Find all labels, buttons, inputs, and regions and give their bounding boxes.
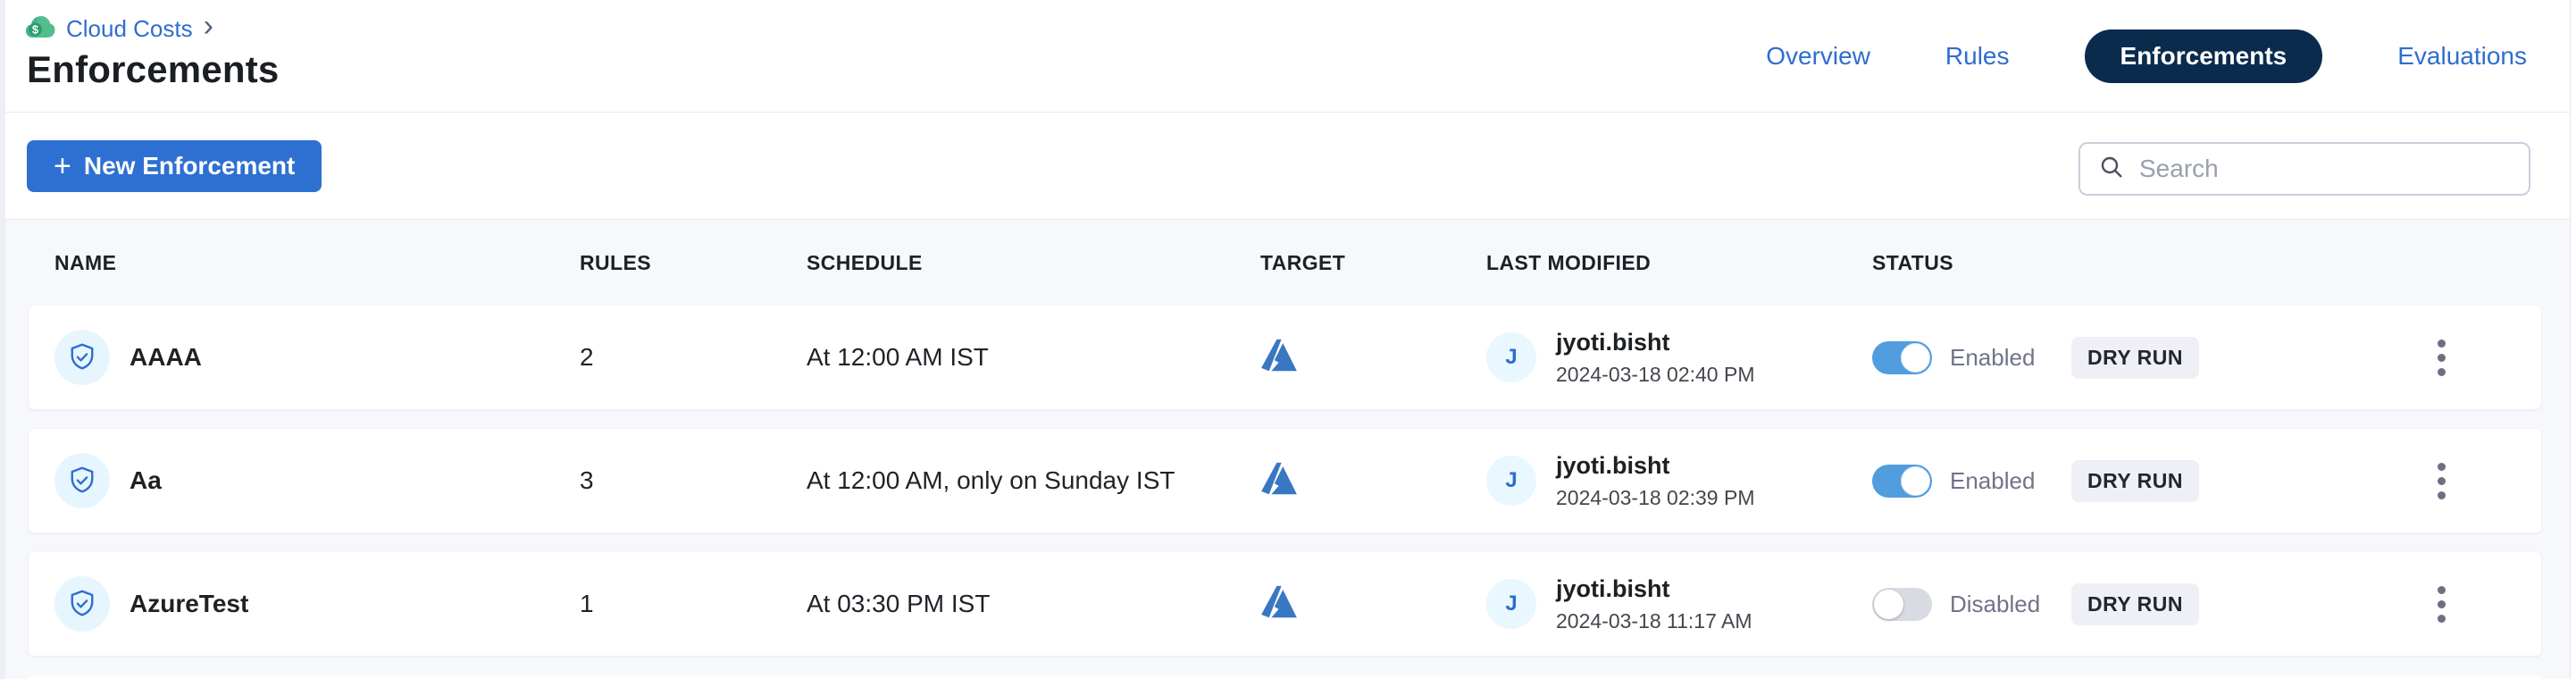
cloud-dollar-icon: $ [25, 15, 55, 43]
column-header-schedule: SCHEDULE [807, 251, 1260, 275]
new-enforcement-button[interactable]: + New Enforcement [27, 140, 322, 192]
enabled-toggle[interactable] [1872, 588, 1932, 621]
modified-by-user: jyoti.bisht [1556, 575, 1752, 603]
status-label: Enabled [1950, 344, 2050, 372]
enforcement-name: AAAA [130, 343, 202, 372]
tab-evaluations[interactable]: Evaluations [2397, 42, 2527, 71]
page-title: Enforcements [27, 48, 279, 91]
modified-by-user: jyoti.bisht [1556, 452, 1755, 480]
breadcrumb-link-cloud-costs[interactable]: Cloud Costs [66, 15, 193, 43]
column-header-last-modified: LAST MODIFIED [1486, 251, 1872, 275]
table-body: AAAA 2 At 12:00 AM IST J jyoti.bisht [5, 306, 2570, 656]
page-header: $ Cloud Costs › Enforcements Overview Ru… [5, 0, 2570, 113]
name-cell: AAAA [54, 330, 580, 385]
shield-check-icon [54, 576, 110, 632]
shield-check-icon [54, 453, 110, 508]
tab-bar: Overview Rules Enforcements Evaluations [1766, 0, 2527, 113]
rules-count: 1 [580, 590, 807, 618]
table-header-row: NAME RULES SCHEDULE TARGET LAST MODIFIED… [29, 220, 2541, 306]
azure-logo-icon [1260, 608, 1298, 623]
last-modified-cell: J jyoti.bisht 2024-03-18 02:40 PM [1486, 329, 1872, 387]
status-label: Disabled [1950, 591, 2050, 618]
status-cell: Enabled DRY RUN [1872, 460, 2341, 502]
status-label: Enabled [1950, 467, 2050, 495]
rules-count: 3 [580, 466, 807, 495]
shield-check-icon [54, 330, 110, 385]
schedule-text: At 12:00 AM, only on Sunday IST [807, 466, 1260, 495]
search-icon [2098, 154, 2125, 185]
rules-count: 2 [580, 343, 807, 372]
tab-rules[interactable]: Rules [1945, 42, 2010, 71]
enabled-toggle[interactable] [1872, 465, 1932, 498]
enforcement-name: Aa [130, 466, 162, 495]
target-cell [1260, 585, 1486, 624]
user-avatar: J [1486, 332, 1536, 382]
toggle-knob [1901, 343, 1930, 373]
user-avatar: J [1486, 456, 1536, 506]
table-row[interactable]: Aa 3 At 12:00 AM, only on Sunday IST J [29, 429, 2541, 532]
new-enforcement-label: New Enforcement [84, 152, 296, 180]
enabled-toggle[interactable] [1872, 341, 1932, 374]
target-cell [1260, 462, 1486, 500]
table-row[interactable]: AAAA 2 At 12:00 AM IST J jyoti.bisht [29, 306, 2541, 409]
search-box[interactable] [2078, 142, 2530, 196]
column-header-target: TARGET [1260, 251, 1486, 275]
modified-by-user: jyoti.bisht [1556, 329, 1755, 356]
toolbar: + New Enforcement [5, 113, 2570, 220]
azure-logo-icon [1260, 484, 1298, 499]
chevron-right-icon: › [204, 14, 213, 43]
right-scroll-gutter[interactable] [2570, 0, 2576, 679]
enforcement-name: AzureTest [130, 590, 248, 618]
modified-timestamp: 2024-03-18 02:39 PM [1556, 486, 1755, 510]
azure-logo-icon [1260, 361, 1298, 376]
kebab-menu-icon[interactable] [2429, 331, 2455, 385]
kebab-menu-icon[interactable] [2429, 454, 2455, 508]
dry-run-badge: DRY RUN [2071, 583, 2199, 625]
toggle-knob [1901, 466, 1930, 496]
modified-timestamp: 2024-03-18 11:17 AM [1556, 609, 1752, 633]
modified-timestamp: 2024-03-18 02:40 PM [1556, 363, 1755, 387]
dry-run-badge: DRY RUN [2071, 460, 2199, 502]
svg-text:$: $ [32, 22, 39, 36]
column-header-name: NAME [54, 251, 580, 275]
enforcements-table: NAME RULES SCHEDULE TARGET LAST MODIFIED… [5, 220, 2570, 679]
tab-overview[interactable]: Overview [1766, 42, 1870, 71]
schedule-text: At 12:00 AM IST [807, 343, 1260, 372]
user-avatar: J [1486, 579, 1536, 629]
column-header-rules: RULES [580, 251, 807, 275]
enforcements-page: $ Cloud Costs › Enforcements Overview Ru… [0, 0, 2576, 679]
kebab-menu-icon[interactable] [2429, 577, 2455, 632]
column-header-status: STATUS [1872, 251, 2341, 275]
table-row-partial[interactable] [29, 675, 2541, 679]
toggle-knob [1874, 590, 1903, 619]
tab-enforcements[interactable]: Enforcements [2085, 29, 2323, 83]
last-modified-cell: J jyoti.bisht 2024-03-18 11:17 AM [1486, 575, 1872, 633]
status-cell: Disabled DRY RUN [1872, 583, 2341, 625]
last-modified-cell: J jyoti.bisht 2024-03-18 02:39 PM [1486, 452, 1872, 510]
target-cell [1260, 339, 1486, 377]
search-input[interactable] [2139, 155, 2511, 183]
dry-run-badge: DRY RUN [2071, 337, 2199, 379]
schedule-text: At 03:30 PM IST [807, 590, 1260, 618]
table-row[interactable]: AzureTest 1 At 03:30 PM IST J jyoti.b [29, 552, 2541, 656]
plus-icon: + [54, 153, 71, 180]
status-cell: Enabled DRY RUN [1872, 337, 2341, 379]
breadcrumb: $ Cloud Costs › [25, 14, 213, 43]
name-cell: Aa [54, 453, 580, 508]
name-cell: AzureTest [54, 576, 580, 632]
